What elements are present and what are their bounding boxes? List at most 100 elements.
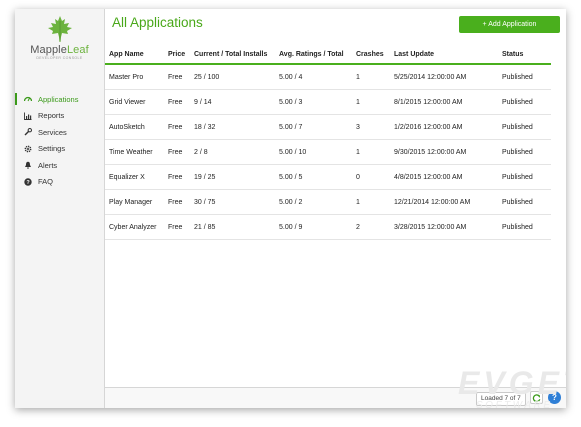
cell-crashes: 1 <box>352 64 390 90</box>
status-bar: Loaded 7 of 7 ? <box>105 387 566 408</box>
column-header-app-name[interactable]: App Name <box>105 46 164 65</box>
sidebar-item-label: Applications <box>38 94 79 104</box>
cell-price: Free <box>164 164 190 190</box>
logo-name: MappleLeaf <box>15 44 104 56</box>
cell-app-name: Play Manager <box>105 189 164 215</box>
column-header-price[interactable]: Price <box>164 46 190 65</box>
cell-status: Published <box>498 164 551 190</box>
maple-leaf-icon <box>47 16 72 42</box>
cell-ratings: 5.00 / 2 <box>275 189 352 215</box>
cell-installs: 30 / 75 <box>190 189 275 215</box>
cell-status: Published <box>498 139 551 165</box>
cell-last-update: 12/21/2014 12:00:00 AM <box>390 189 498 215</box>
cell-app-name: Grid Viewer <box>105 89 164 115</box>
cell-installs: 25 / 100 <box>190 64 275 90</box>
logo: MappleLeaf DEVELOPER CONSOLE <box>15 15 104 60</box>
cell-crashes: 1 <box>352 89 390 115</box>
applications-table: App Name Price Current / Total Installs … <box>105 46 551 240</box>
cell-price: Free <box>164 139 190 165</box>
table-row[interactable]: Cyber Analyzer Free 21 / 85 5.00 / 9 2 3… <box>105 214 551 240</box>
cell-installs: 19 / 25 <box>190 164 275 190</box>
cell-last-update: 1/2/2016 12:00:00 AM <box>390 114 498 140</box>
add-application-button[interactable]: + Add Application <box>459 16 560 33</box>
cell-last-update: 3/28/2015 12:00:00 AM <box>390 214 498 240</box>
cell-last-update: 4/8/2015 12:00:00 AM <box>390 164 498 190</box>
column-header-ratings[interactable]: Avg. Ratings / Total <box>275 46 352 65</box>
cell-crashes: 1 <box>352 189 390 215</box>
table-row[interactable]: AutoSketch Free 18 / 32 5.00 / 7 3 1/2/2… <box>105 114 551 140</box>
refresh-icon <box>532 394 541 403</box>
sidebar-item-services[interactable]: Services <box>15 124 104 141</box>
cell-price: Free <box>164 64 190 90</box>
cell-ratings: 5.00 / 5 <box>275 164 352 190</box>
logo-subtitle: DEVELOPER CONSOLE <box>36 56 83 60</box>
sidebar: MappleLeaf DEVELOPER CONSOLE Application… <box>15 9 105 408</box>
cell-price: Free <box>164 114 190 140</box>
table-row[interactable]: Play Manager Free 30 / 75 5.00 / 2 1 12/… <box>105 189 551 215</box>
cell-app-name: Cyber Analyzer <box>105 214 164 240</box>
sidebar-item-alerts[interactable]: Alerts <box>15 157 104 174</box>
cell-installs: 9 / 14 <box>190 89 275 115</box>
sidebar-item-faq[interactable]: ? FAQ <box>15 174 104 191</box>
cell-price: Free <box>164 189 190 215</box>
sidebar-item-label: Reports <box>38 111 65 121</box>
sidebar-item-label: Alerts <box>38 160 58 170</box>
column-header-last-update[interactable]: Last Update <box>390 46 498 65</box>
page-title: All Applications <box>112 15 203 30</box>
cell-crashes: 2 <box>352 214 390 240</box>
table-row[interactable]: Time Weather Free 2 / 8 5.00 / 10 1 9/30… <box>105 139 551 165</box>
cell-crashes: 3 <box>352 114 390 140</box>
cell-status: Published <box>498 64 551 90</box>
cell-crashes: 1 <box>352 139 390 165</box>
sidebar-item-reports[interactable]: Reports <box>15 108 104 125</box>
cell-price: Free <box>164 214 190 240</box>
refresh-button[interactable] <box>530 391 543 404</box>
cell-ratings: 5.00 / 7 <box>275 114 352 140</box>
cell-installs: 18 / 32 <box>190 114 275 140</box>
sidebar-item-label: Settings <box>38 144 66 154</box>
cell-app-name: Equalizer X <box>105 164 164 190</box>
loaded-count-label: Loaded 7 of 7 <box>476 392 526 406</box>
cell-price: Free <box>164 89 190 115</box>
column-header-installs[interactable]: Current / Total Installs <box>190 46 275 65</box>
sidebar-item-settings[interactable]: Settings <box>15 141 104 158</box>
cell-app-name: AutoSketch <box>105 114 164 140</box>
cell-ratings: 5.00 / 4 <box>275 64 352 90</box>
cell-crashes: 0 <box>352 164 390 190</box>
cell-status: Published <box>498 214 551 240</box>
sidebar-item-label: FAQ <box>38 177 54 187</box>
sidebar-nav: Applications Reports Services Settings A… <box>15 91 104 190</box>
cell-last-update: 5/25/2014 12:00:00 AM <box>390 64 498 90</box>
logo-name-accent: Leaf <box>66 44 89 56</box>
cell-status: Published <box>498 189 551 215</box>
cell-installs: 21 / 85 <box>190 214 275 240</box>
cell-status: Published <box>498 114 551 140</box>
question-circle-icon: ? <box>24 178 32 186</box>
column-header-status[interactable]: Status <box>498 46 551 65</box>
dashboard-icon <box>24 95 32 103</box>
cell-installs: 2 / 8 <box>190 139 275 165</box>
table-header-row: App Name Price Current / Total Installs … <box>105 46 551 65</box>
gear-icon <box>24 145 32 153</box>
column-header-crashes[interactable]: Crashes <box>352 46 390 65</box>
sidebar-item-label: Services <box>38 127 67 137</box>
table-row[interactable]: Equalizer X Free 19 / 25 5.00 / 5 0 4/8/… <box>105 164 551 190</box>
cell-app-name: Master Pro <box>105 64 164 90</box>
cell-last-update: 9/30/2015 12:00:00 AM <box>390 139 498 165</box>
bell-icon <box>24 161 32 170</box>
cell-ratings: 5.00 / 9 <box>275 214 352 240</box>
table-row[interactable]: Grid Viewer Free 9 / 14 5.00 / 3 1 8/1/2… <box>105 89 551 115</box>
cell-ratings: 5.00 / 10 <box>275 139 352 165</box>
help-button[interactable]: ? <box>548 391 561 404</box>
wrench-icon <box>24 128 32 136</box>
cell-last-update: 8/1/2015 12:00:00 AM <box>390 89 498 115</box>
main-panel: All Applications + Add Application App N… <box>105 9 566 408</box>
logo-name-primary: Mapple <box>30 44 67 56</box>
app-window: MappleLeaf DEVELOPER CONSOLE Application… <box>15 9 566 408</box>
cell-status: Published <box>498 89 551 115</box>
bar-chart-icon <box>24 112 32 120</box>
sidebar-item-applications[interactable]: Applications <box>15 91 104 108</box>
cell-app-name: Time Weather <box>105 139 164 165</box>
table-row[interactable]: Master Pro Free 25 / 100 5.00 / 4 1 5/25… <box>105 64 551 90</box>
cell-ratings: 5.00 / 3 <box>275 89 352 115</box>
